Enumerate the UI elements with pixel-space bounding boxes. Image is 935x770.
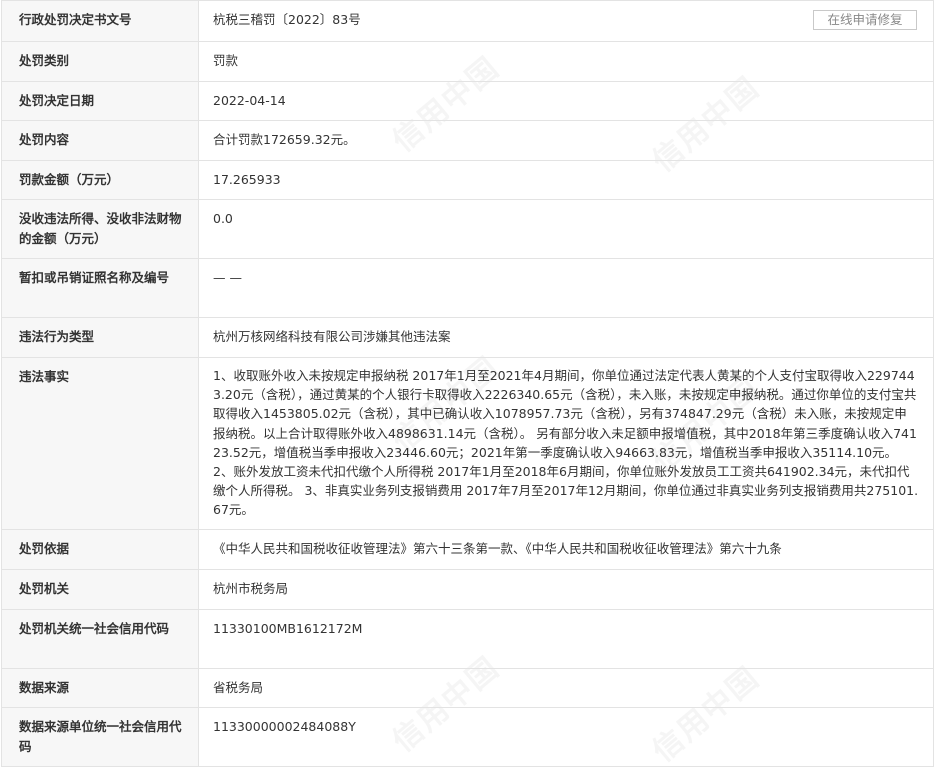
row-label: 处罚机关 [1, 568, 199, 610]
row-value: 2022-04-14 [198, 81, 934, 121]
row-value: 省税务局 [198, 667, 934, 708]
table-row: 处罚决定日期 2022-04-14 [1, 81, 934, 121]
decision-number: 杭税三稽罚〔2022〕83号 [213, 12, 361, 27]
row-label: 违法事实 [1, 357, 199, 530]
row-value: 杭州万核网络科技有限公司涉嫌其他违法案 [198, 317, 934, 358]
row-label: 没收违法所得、没收非法财物的金额（万元） [1, 199, 199, 259]
table-row: 没收违法所得、没收非法财物的金额（万元） 0.0 [1, 199, 934, 259]
table-row: 数据来源单位统一社会信用代码 11330000002484088Y [1, 706, 934, 767]
table-row: 处罚机关统一社会信用代码 11330100MB1612172M [1, 608, 934, 669]
row-value: 合计罚款172659.32元。 [198, 120, 934, 161]
row-value: — — [198, 258, 934, 318]
row-value: 0.0 [198, 199, 934, 259]
row-value: 17.265933 [198, 160, 934, 200]
row-label: 处罚机关统一社会信用代码 [1, 608, 199, 669]
online-repair-button[interactable]: 在线申请修复 [813, 10, 917, 30]
penalty-info-table: 行政处罚决定书文号 杭税三稽罚〔2022〕83号 在线申请修复 处罚类别 罚款 … [1, 0, 934, 767]
row-label: 行政处罚决定书文号 [1, 0, 199, 42]
row-label: 暂扣或吊销证照名称及编号 [1, 258, 199, 318]
row-label: 处罚类别 [1, 41, 199, 82]
row-label: 罚款金额（万元） [1, 160, 199, 200]
row-value: 1、收取账外收入未按规定申报纳税 2017年1月至2021年4月期间，你单位通过… [198, 357, 934, 530]
table-row: 暂扣或吊销证照名称及编号 — — [1, 258, 934, 318]
row-value: 11330100MB1612172M [198, 608, 934, 669]
table-row: 处罚依据 《中华人民共和国税收征收管理法》第六十三条第一款、《中华人民共和国税收… [1, 528, 934, 570]
table-row: 罚款金额（万元） 17.265933 [1, 160, 934, 200]
row-value: 杭州市税务局 [198, 568, 934, 610]
table-row: 处罚机关 杭州市税务局 [1, 568, 934, 610]
table-row: 违法行为类型 杭州万核网络科技有限公司涉嫌其他违法案 [1, 317, 934, 358]
table-row: 处罚类别 罚款 [1, 41, 934, 82]
table-row: 行政处罚决定书文号 杭税三稽罚〔2022〕83号 在线申请修复 [1, 0, 934, 42]
row-value: 罚款 [198, 41, 934, 82]
table-row: 数据来源 省税务局 [1, 667, 934, 708]
row-label: 违法行为类型 [1, 317, 199, 358]
table-row: 违法事实 1、收取账外收入未按规定申报纳税 2017年1月至2021年4月期间，… [1, 357, 934, 530]
row-label: 数据来源 [1, 667, 199, 708]
row-label: 处罚决定日期 [1, 81, 199, 121]
row-label: 处罚内容 [1, 120, 199, 161]
row-value: 杭税三稽罚〔2022〕83号 在线申请修复 [198, 0, 934, 42]
table-row: 处罚内容 合计罚款172659.32元。 [1, 120, 934, 161]
row-label: 处罚依据 [1, 528, 199, 570]
row-value: 11330000002484088Y [198, 706, 934, 767]
row-value: 《中华人民共和国税收征收管理法》第六十三条第一款、《中华人民共和国税收征收管理法… [198, 528, 934, 570]
row-label: 数据来源单位统一社会信用代码 [1, 706, 199, 767]
